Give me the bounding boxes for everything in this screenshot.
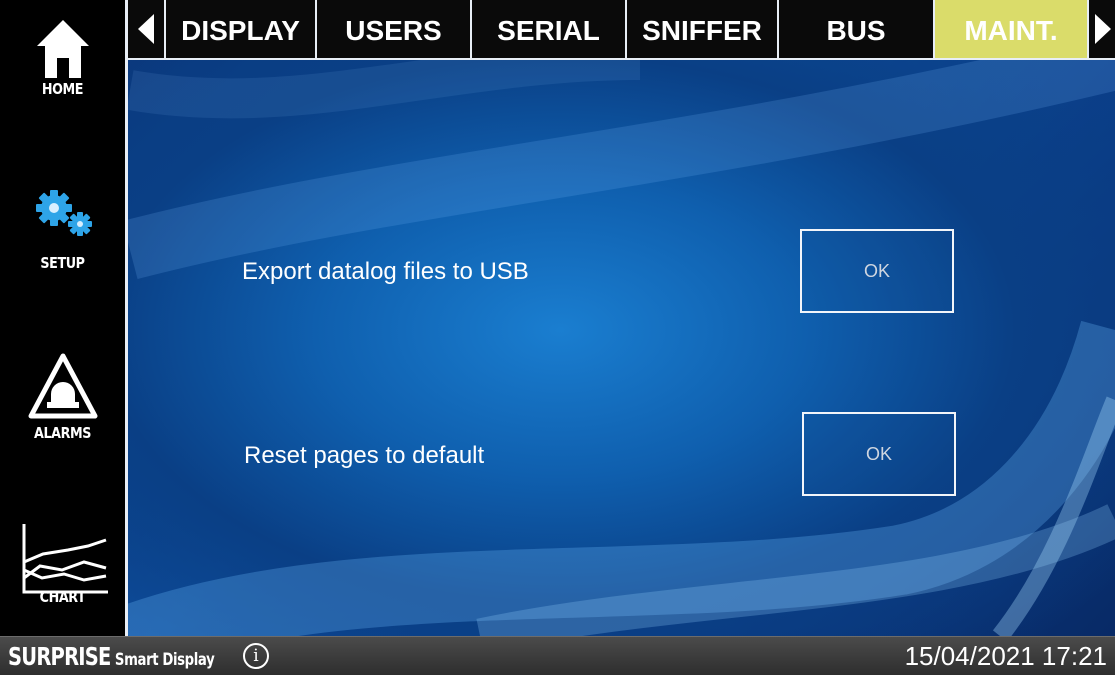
tab-users-label: USERS: [345, 15, 442, 46]
gears-icon: [35, 190, 92, 236]
tab-sniffer-label: SNIFFER: [642, 15, 762, 46]
tab-maint-label: MAINT.: [964, 15, 1058, 46]
tab-serial-label: SERIAL: [497, 15, 600, 46]
sidebar-item-home[interactable]: HOME: [0, 18, 125, 98]
brand-sub: Smart Display: [114, 650, 215, 670]
tab-sniffer[interactable]: SNIFFER: [625, 0, 777, 58]
info-icon[interactable]: i: [243, 643, 269, 669]
sidebar-item-chart[interactable]: CHART: [0, 522, 125, 606]
tab-display-label: DISPLAY: [181, 15, 300, 46]
sidebar-home-label: HOME: [41, 80, 84, 98]
background-waves: [118, 30, 1115, 636]
alarm-siren-icon: [28, 353, 97, 419]
tab-scroll-right-button[interactable]: [1087, 0, 1115, 58]
tab-display[interactable]: DISPLAY: [164, 0, 315, 58]
datetime: 15/04/2021 17:21: [904, 641, 1107, 671]
tab-bar: DISPLAY USERS SERIAL SNIFFER BUS MAINT.: [128, 0, 1115, 60]
tab-maint[interactable]: MAINT.: [933, 0, 1087, 58]
tab-bus-label: BUS: [826, 15, 886, 46]
sidebar-item-alarms[interactable]: ALARMS: [0, 352, 125, 442]
chart-icon: [22, 524, 108, 594]
arrow-right-icon: [1095, 14, 1111, 44]
sidebar-setup-label: SETUP: [40, 254, 85, 272]
main-screen: [0, 0, 1115, 636]
home-icon: [36, 20, 89, 78]
tab-bus[interactable]: BUS: [777, 0, 933, 58]
tab-users[interactable]: USERS: [315, 0, 470, 58]
sidebar-alarms-label: ALARMS: [33, 424, 92, 442]
export-datalog-ok-button[interactable]: OK: [800, 229, 954, 313]
reset-pages-label: Reset pages to default: [244, 442, 485, 469]
export-datalog-label: Export datalog files to USB: [242, 258, 529, 285]
brand-logo: SURPRISE Smart Display: [8, 642, 215, 671]
status-bar: SURPRISE Smart Display i 15/04/2021 17:2…: [0, 636, 1115, 675]
sidebar: HOME SETUP ALARMS CHART: [0, 0, 128, 636]
reset-pages-ok-button[interactable]: OK: [802, 412, 956, 496]
tab-scroll-left-button[interactable]: [128, 0, 164, 58]
sidebar-chart-label: CHART: [39, 588, 86, 606]
sidebar-item-setup[interactable]: SETUP: [0, 188, 125, 272]
arrow-left-icon: [138, 14, 154, 44]
brand-main: SURPRISE: [8, 642, 111, 671]
tab-serial[interactable]: SERIAL: [470, 0, 625, 58]
